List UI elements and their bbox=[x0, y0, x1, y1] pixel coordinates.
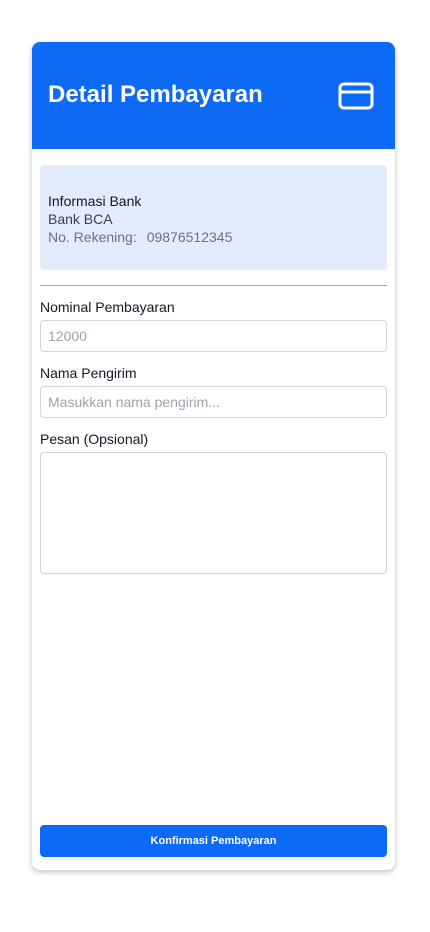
sender-placeholder: Masukkan nama pengirim... bbox=[48, 394, 220, 410]
message-textarea[interactable] bbox=[40, 452, 387, 574]
sender-name-input[interactable]: Masukkan nama pengirim... bbox=[40, 386, 387, 418]
amount-label: Nominal Pembayaran bbox=[40, 299, 175, 315]
amount-placeholder: 12000 bbox=[48, 328, 87, 344]
bank-account: No. Rekening: 09876512345 bbox=[48, 228, 232, 246]
bank-info-box: Informasi Bank Bank BCA No. Rekening: 098… bbox=[40, 165, 387, 270]
account-number: 09876512345 bbox=[146, 229, 233, 245]
payment-card: Detail Pembayaran Informasi Bank Bank BC… bbox=[32, 42, 395, 870]
confirm-payment-button[interactable]: Konfirmasi Pembayaran bbox=[40, 825, 387, 857]
header: Detail Pembayaran bbox=[32, 42, 395, 149]
bank-info-title: Informasi Bank bbox=[48, 193, 142, 209]
message-label: Pesan (Opsional) bbox=[40, 431, 149, 447]
sender-label: Nama Pengirim bbox=[40, 365, 137, 381]
bank-name: Bank BCA bbox=[48, 211, 113, 227]
divider bbox=[40, 285, 387, 286]
page-title: Detail Pembayaran bbox=[48, 81, 263, 108]
credit-card-icon bbox=[338, 82, 374, 110]
account-label: No. Rekening: bbox=[48, 229, 137, 245]
amount-input[interactable]: 12000 bbox=[40, 320, 387, 352]
